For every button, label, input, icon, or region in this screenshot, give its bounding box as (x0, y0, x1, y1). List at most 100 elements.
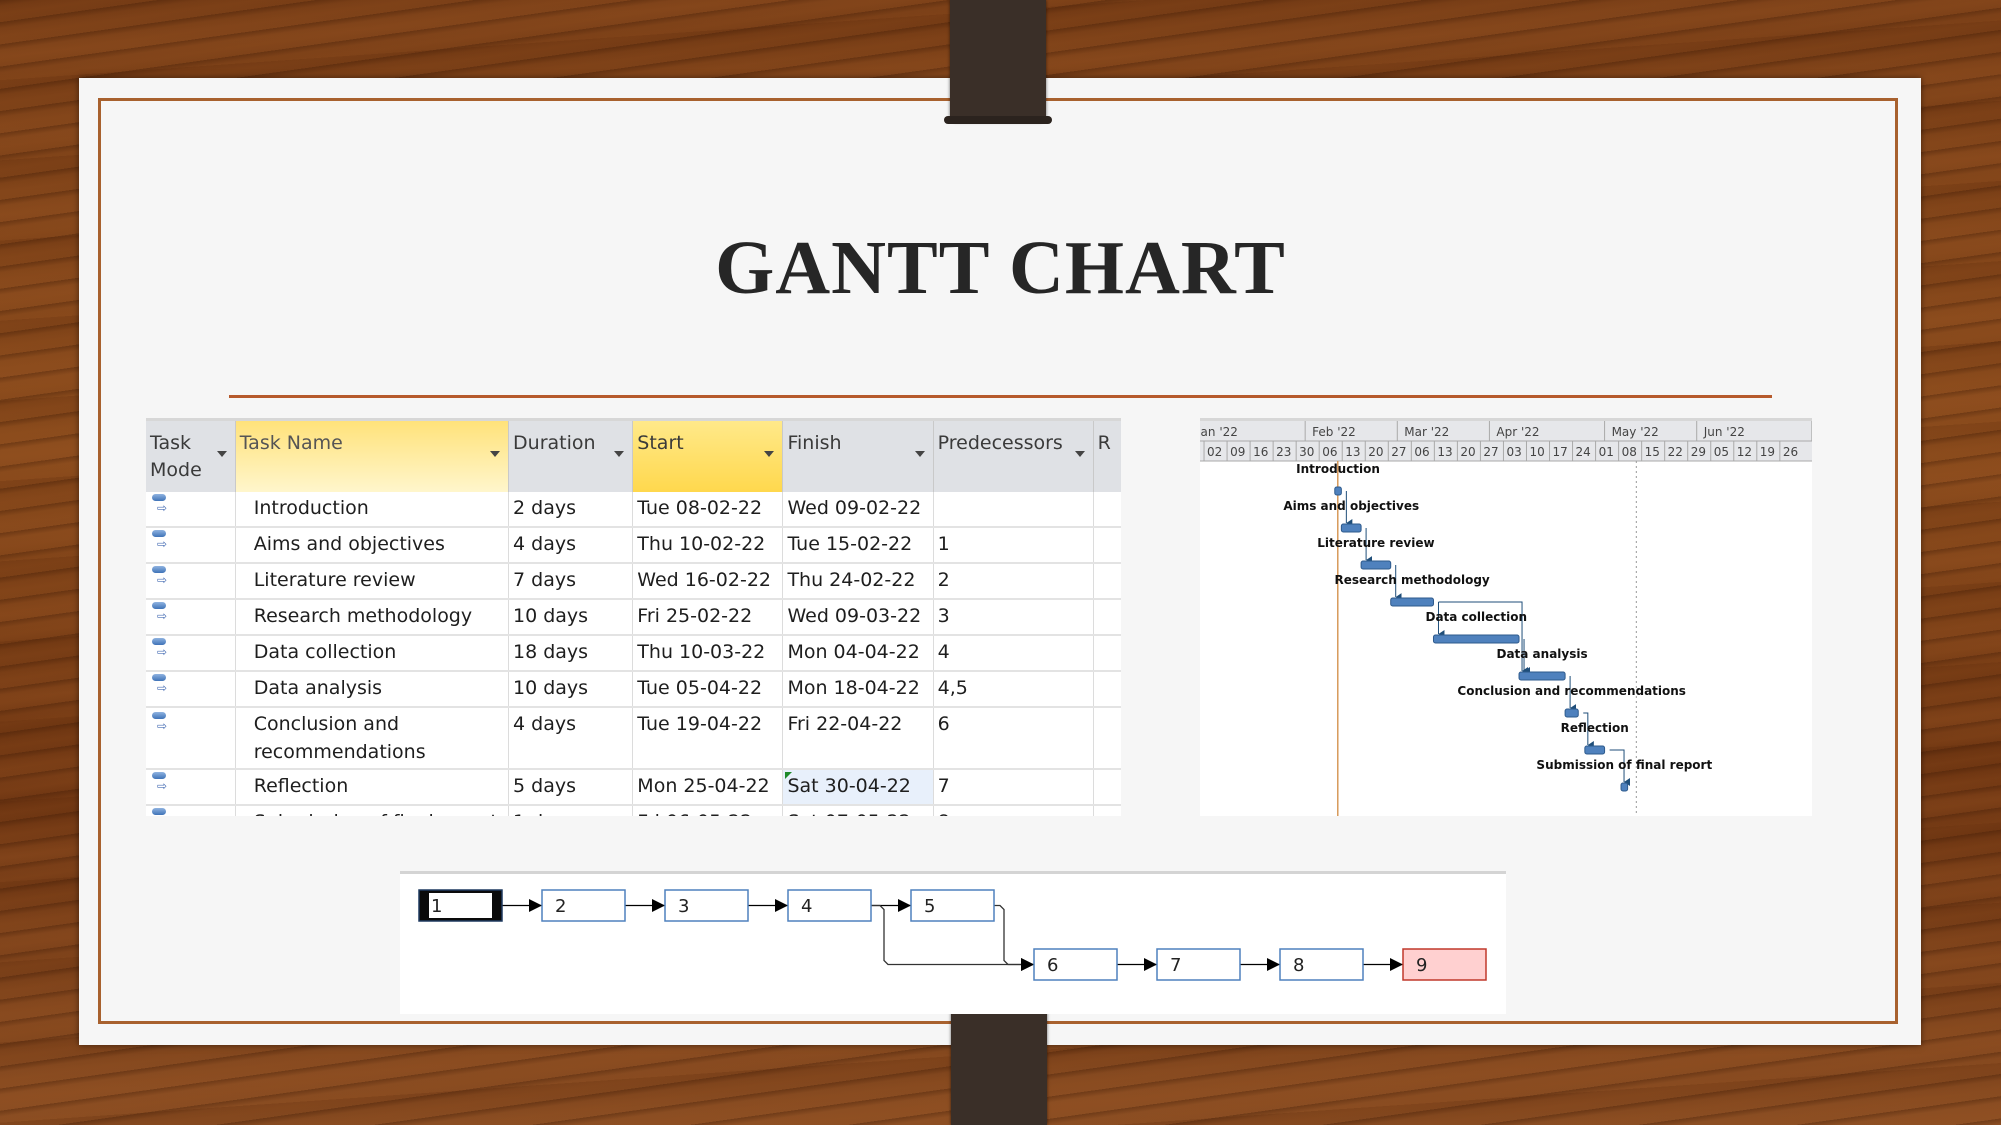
resource-cell[interactable] (1093, 805, 1121, 816)
task-name-cell[interactable]: Data analysis (235, 671, 510, 708)
start-cell[interactable]: Mon 25-04-22 (632, 769, 784, 806)
task-table: Task Mode Task Name Duration Start Finis… (146, 418, 1121, 816)
task-mode-cell[interactable]: ⇨ (146, 492, 236, 528)
task-mode-cell[interactable]: ⇨ (146, 635, 236, 672)
resource-cell[interactable] (1093, 707, 1121, 770)
network-diagram-svg: 1 2 3 4 5 6 7 8 9 (418, 889, 1487, 981)
task-bar-label: Data analysis (1496, 647, 1587, 661)
network-node-label: 2 (555, 896, 566, 917)
predecessors-cell[interactable]: 1 (933, 527, 1094, 564)
duration-cell[interactable]: 10 days (508, 671, 634, 708)
task-name-cell[interactable]: Conclusion and recommendations (235, 707, 510, 770)
column-label: R (1097, 432, 1111, 454)
predecessors-cell[interactable]: 4 (933, 635, 1094, 672)
column-label: Predecessors (937, 432, 1063, 454)
table-row[interactable]: ⇨ Data collection 18 days Thu 10-03-22 Mon 0… (146, 635, 1121, 672)
task-bar (1584, 745, 1606, 755)
predecessors-cell[interactable]: 6 (933, 707, 1094, 770)
table-row[interactable]: ⇨ Data analysis 10 days Tue 05-04-22 Mon 18-… (146, 671, 1121, 708)
task-name-cell[interactable]: Introduction (235, 492, 510, 528)
column-header-task-mode[interactable]: Task Mode (146, 421, 236, 492)
finish-cell[interactable]: Fri 22-04-22 (782, 707, 934, 770)
column-header-resource[interactable]: R (1093, 421, 1121, 492)
duration-cell[interactable]: 2 days (508, 492, 634, 528)
duration-cell[interactable]: 5 days (508, 769, 634, 806)
task-name-cell[interactable]: Literature review (235, 563, 510, 600)
start-cell[interactable]: Tue 19-04-22 (632, 707, 784, 770)
column-header-duration[interactable]: Duration (508, 421, 634, 492)
task-name-cell[interactable]: Research methodology (235, 599, 510, 636)
predecessors-cell[interactable]: 7 (933, 769, 1094, 806)
start-cell[interactable]: Wed 16-02-22 (632, 563, 784, 600)
finish-cell[interactable]: Wed 09-02-22 (782, 492, 934, 528)
dropdown-arrow-icon[interactable] (216, 451, 227, 457)
start-cell[interactable]: Tue 05-04-22 (632, 671, 784, 708)
finish-cell[interactable]: Tue 15-02-22 (782, 527, 934, 564)
task-name-cell[interactable]: Data collection (235, 635, 510, 672)
column-header-task-name[interactable]: Task Name (235, 421, 510, 492)
task-name-cell[interactable]: Reflection (235, 769, 510, 806)
predecessors-cell[interactable]: 4,5 (933, 671, 1094, 708)
resource-cell[interactable] (1093, 527, 1121, 564)
resource-cell[interactable] (1093, 671, 1121, 708)
column-header-start[interactable]: Start (632, 421, 784, 492)
resource-cell[interactable] (1093, 599, 1121, 636)
dropdown-arrow-icon[interactable] (1074, 451, 1085, 457)
start-cell[interactable]: Fri 25-02-22 (632, 599, 784, 636)
task-mode-cell[interactable]: ⇨ (146, 563, 236, 600)
finish-cell[interactable]: Sat 30-04-22 (782, 769, 934, 806)
table-header-row: Task Mode Task Name Duration Start Finis… (146, 421, 1121, 492)
dropdown-arrow-icon[interactable] (764, 451, 775, 457)
resource-cell[interactable] (1093, 492, 1121, 528)
predecessors-cell[interactable]: 8 (933, 805, 1094, 816)
table-row[interactable]: ⇨ Reflection 5 days Mon 25-04-22 Sat 30-04-2… (146, 769, 1121, 806)
task-mode-cell[interactable]: ⇨ (146, 527, 236, 564)
task-mode-cell[interactable]: ⇨ (146, 769, 236, 806)
month-label: Feb '22 (1312, 425, 1356, 439)
start-cell[interactable]: Tue 08-02-22 (632, 492, 784, 528)
table-row[interactable]: ⇨ Research methodology 10 days Fri 25-02-22… (146, 599, 1121, 636)
table-row[interactable]: ⇨ Literature review 7 days Wed 16-02-22 Thu … (146, 563, 1121, 600)
duration-cell[interactable]: 4 days (508, 527, 634, 564)
resource-cell[interactable] (1093, 635, 1121, 672)
finish-cell[interactable]: Sat 07-05-22 (782, 805, 934, 816)
predecessors-cell[interactable] (933, 492, 1094, 528)
task-mode-cell[interactable]: ⇨ (146, 671, 236, 708)
predecessors-cell[interactable]: 3 (933, 599, 1094, 636)
task-mode-cell[interactable]: ⇨ (146, 805, 236, 816)
start-cell[interactable]: Thu 10-02-22 (632, 527, 784, 564)
dropdown-arrow-icon[interactable] (490, 451, 501, 457)
task-name-cell[interactable]: Submission of final report (235, 805, 510, 816)
table-row[interactable]: ⇨ Conclusion and recommendations 4 days Tue… (146, 707, 1121, 770)
duration-cell[interactable]: 7 days (508, 563, 634, 600)
week-label: 22 (1668, 445, 1683, 459)
network-node-label: 9 (1416, 955, 1427, 976)
finish-cell[interactable]: Mon 04-04-22 (782, 635, 934, 672)
start-cell[interactable]: Thu 10-03-22 (632, 635, 784, 672)
column-header-predecessors[interactable]: Predecessors (933, 421, 1094, 492)
duration-cell[interactable]: 18 days (508, 635, 634, 672)
column-header-finish[interactable]: Finish (782, 421, 934, 492)
task-bar-label: Conclusion and recommendations (1457, 684, 1686, 698)
task-bar-label: Submission of final report (1536, 758, 1712, 772)
resource-cell[interactable] (1093, 769, 1121, 806)
dropdown-arrow-icon[interactable] (614, 451, 625, 457)
duration-cell[interactable]: 4 days (508, 707, 634, 770)
table-row[interactable]: ⇨ Aims and objectives 4 days Thu 10-02-22 Tu… (146, 527, 1121, 564)
dropdown-arrow-icon[interactable] (914, 451, 925, 457)
resource-cell[interactable] (1093, 563, 1121, 600)
predecessors-cell[interactable]: 2 (933, 563, 1094, 600)
month-label: Mar '22 (1404, 425, 1449, 439)
network-diagram: 1 2 3 4 5 6 7 8 9 (400, 871, 1506, 1014)
finish-cell[interactable]: Mon 18-04-22 (782, 671, 934, 708)
start-cell[interactable]: Fri 06-05-22 (632, 805, 784, 816)
task-name-cell[interactable]: Aims and objectives (235, 527, 510, 564)
finish-cell[interactable]: Wed 09-03-22 (782, 599, 934, 636)
table-row[interactable]: ⇨ Submission of final report1 dayFri 06-0… (146, 805, 1121, 816)
finish-cell[interactable]: Thu 24-02-22 (782, 563, 934, 600)
duration-cell[interactable]: 10 days (508, 599, 634, 636)
task-mode-cell[interactable]: ⇨ (146, 707, 236, 770)
duration-cell[interactable]: 1 day (508, 805, 634, 816)
table-row[interactable]: ⇨ Introduction 2 days Tue 08-02-22 Wed 09-02… (146, 492, 1121, 528)
task-mode-cell[interactable]: ⇨ (146, 599, 236, 636)
